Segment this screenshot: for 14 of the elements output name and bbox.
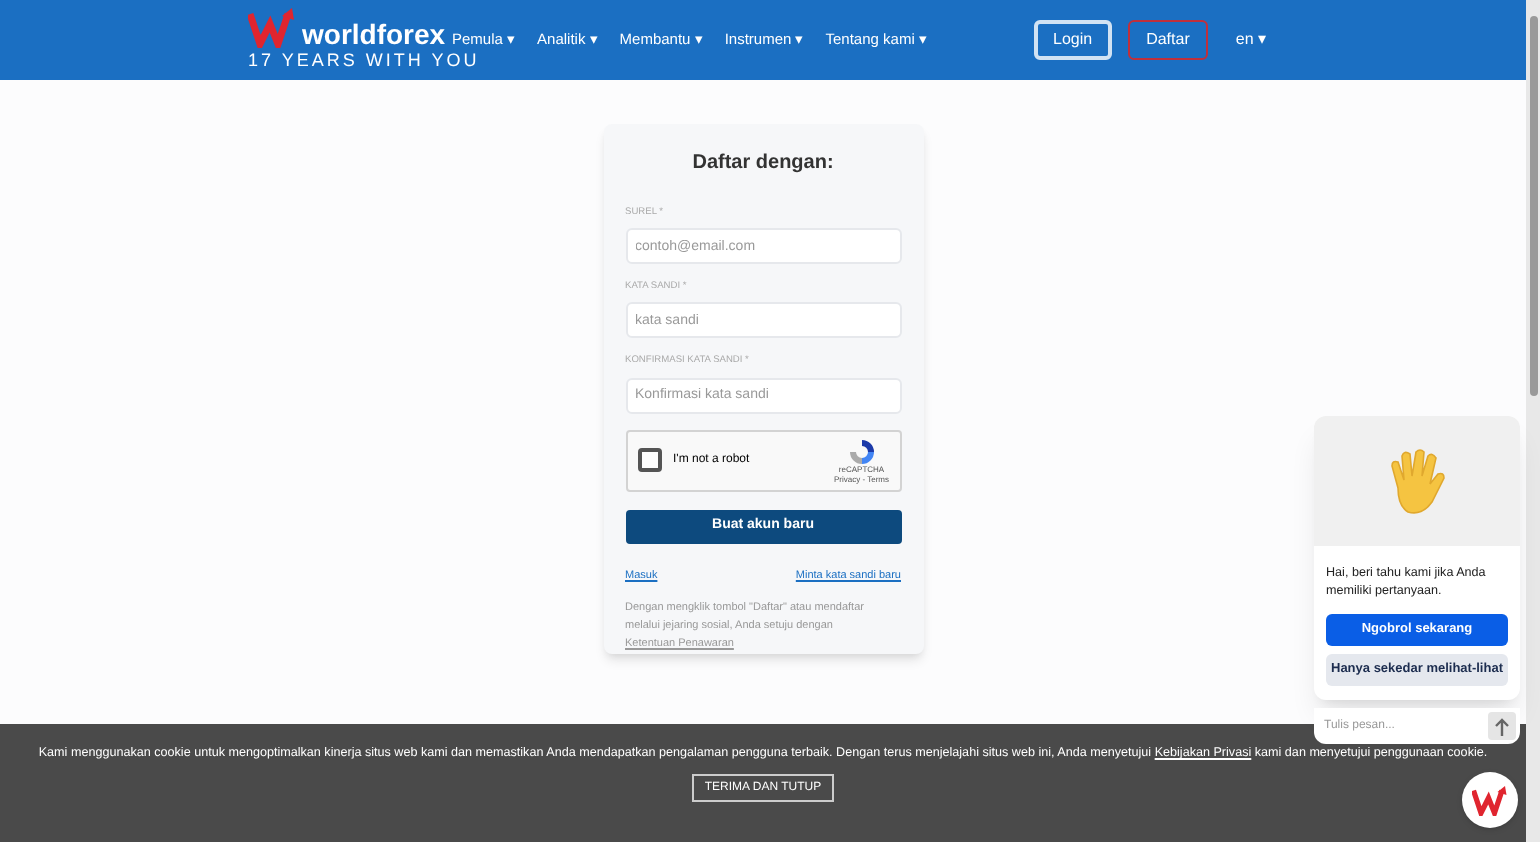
register-button[interactable]: Daftar	[1128, 20, 1208, 60]
send-button[interactable]	[1488, 712, 1516, 740]
form-title: Daftar dengan:	[690, 150, 836, 178]
scrollbar[interactable]	[1526, 0, 1540, 842]
logo-icon	[248, 8, 296, 48]
brand-tagline: 17 YEARS WITH YOU	[248, 50, 480, 72]
language-selector[interactable]: en ▾	[1235, 28, 1266, 52]
waving-hand-icon	[1385, 447, 1449, 515]
login-button[interactable]: Login	[1033, 20, 1113, 60]
arrow-up-icon	[1494, 717, 1510, 735]
recaptcha-icon	[847, 437, 876, 466]
brand-name: worldforex	[302, 20, 446, 48]
captcha-checkbox[interactable]	[637, 448, 661, 473]
logo-icon	[1472, 785, 1508, 815]
